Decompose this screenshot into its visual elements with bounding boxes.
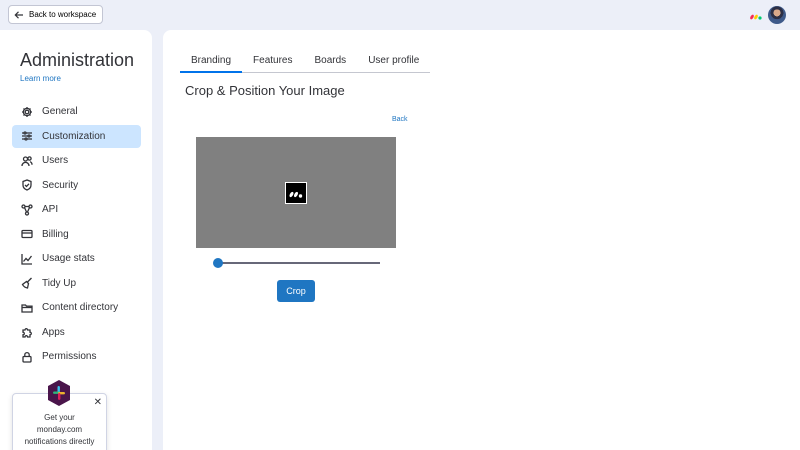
tab-boards[interactable]: Boards [304,51,358,72]
promo-line: monday.com [36,425,83,434]
sidebar-item-label: Usage stats [42,253,95,264]
sidebar-item-customization[interactable]: Customization [12,124,141,148]
slack-logo-icon [48,380,70,406]
chart-line-icon [21,253,33,265]
tab-user-profile[interactable]: User profile [357,51,430,72]
puzzle-icon [22,328,32,338]
gear-icon [22,106,32,117]
back-link[interactable]: Back [392,116,408,123]
top-right-area [750,6,786,24]
main-panel: Branding Features Boards User profile Cr… [163,30,800,450]
sidebar-item-label: Users [42,155,69,166]
sidebar-nav: General Customization Users Security API… [12,100,141,370]
user-avatar[interactable] [768,6,786,24]
zoom-slider-track[interactable] [218,262,380,264]
credit-card-icon [21,229,33,239]
api-icon [21,203,33,216]
admin-sidebar: Administration Learn more General Custom… [0,30,152,450]
users-icon [21,155,33,166]
back-to-workspace-label: Back to workspace [29,10,97,19]
monday-logo-icon [289,191,303,198]
sidebar-item-api[interactable]: API [12,198,141,221]
sidebar-item-label: Apps [42,326,65,338]
tab-features[interactable]: Features [242,51,303,72]
lock-icon [22,351,32,363]
sidebar-item-label: Customization [42,130,106,142]
crop-area[interactable] [196,137,396,248]
back-to-workspace-button[interactable]: Back to workspace [8,5,104,24]
sidebar-item-label: API [42,204,59,215]
sidebar-item-label: General [42,106,78,117]
sidebar-item-label: Billing [42,228,69,240]
sidebar-item-billing[interactable]: Billing [12,223,141,246]
sidebar-item-users[interactable]: Users [12,149,141,172]
broom-icon [21,277,32,289]
sidebar-item-usage-stats[interactable]: Usage stats [12,247,141,270]
monday-logo-icon[interactable] [750,11,762,20]
sidebar-item-label: Tidy Up [42,277,77,289]
settings-tabs: Branding Features Boards User profile [180,51,431,73]
sidebar-item-content-directory[interactable]: Content directory [12,296,141,319]
section-title: Crop & Position Your Image [185,83,345,98]
uploaded-logo-image[interactable] [285,182,307,204]
sidebar-item-tidy-up[interactable]: Tidy Up [12,272,141,295]
sidebar-item-label: Permissions [42,351,97,362]
sidebar-title: Administration [20,50,135,70]
sliders-icon [22,131,32,141]
sidebar-item-apps[interactable]: Apps [12,321,141,344]
tab-branding[interactable]: Branding [180,51,243,73]
sidebar-item-label: Content directory [42,302,119,313]
close-icon[interactable]: ✕ [94,397,102,409]
crop-button[interactable]: Crop [277,280,315,302]
sidebar-item-label: Security [42,179,79,191]
zoom-slider-handle[interactable] [213,258,223,268]
promo-line: notifications directly [24,437,95,446]
shield-icon [22,179,32,191]
promo-line: Get your [44,413,75,422]
learn-more-link[interactable]: Learn more [20,74,61,83]
sidebar-item-general[interactable]: General [12,100,141,123]
sidebar-item-permissions[interactable]: Permissions [12,345,141,368]
arrow-left-icon [14,10,23,19]
sidebar-item-security[interactable]: Security [12,174,141,197]
folder-icon [21,303,33,313]
